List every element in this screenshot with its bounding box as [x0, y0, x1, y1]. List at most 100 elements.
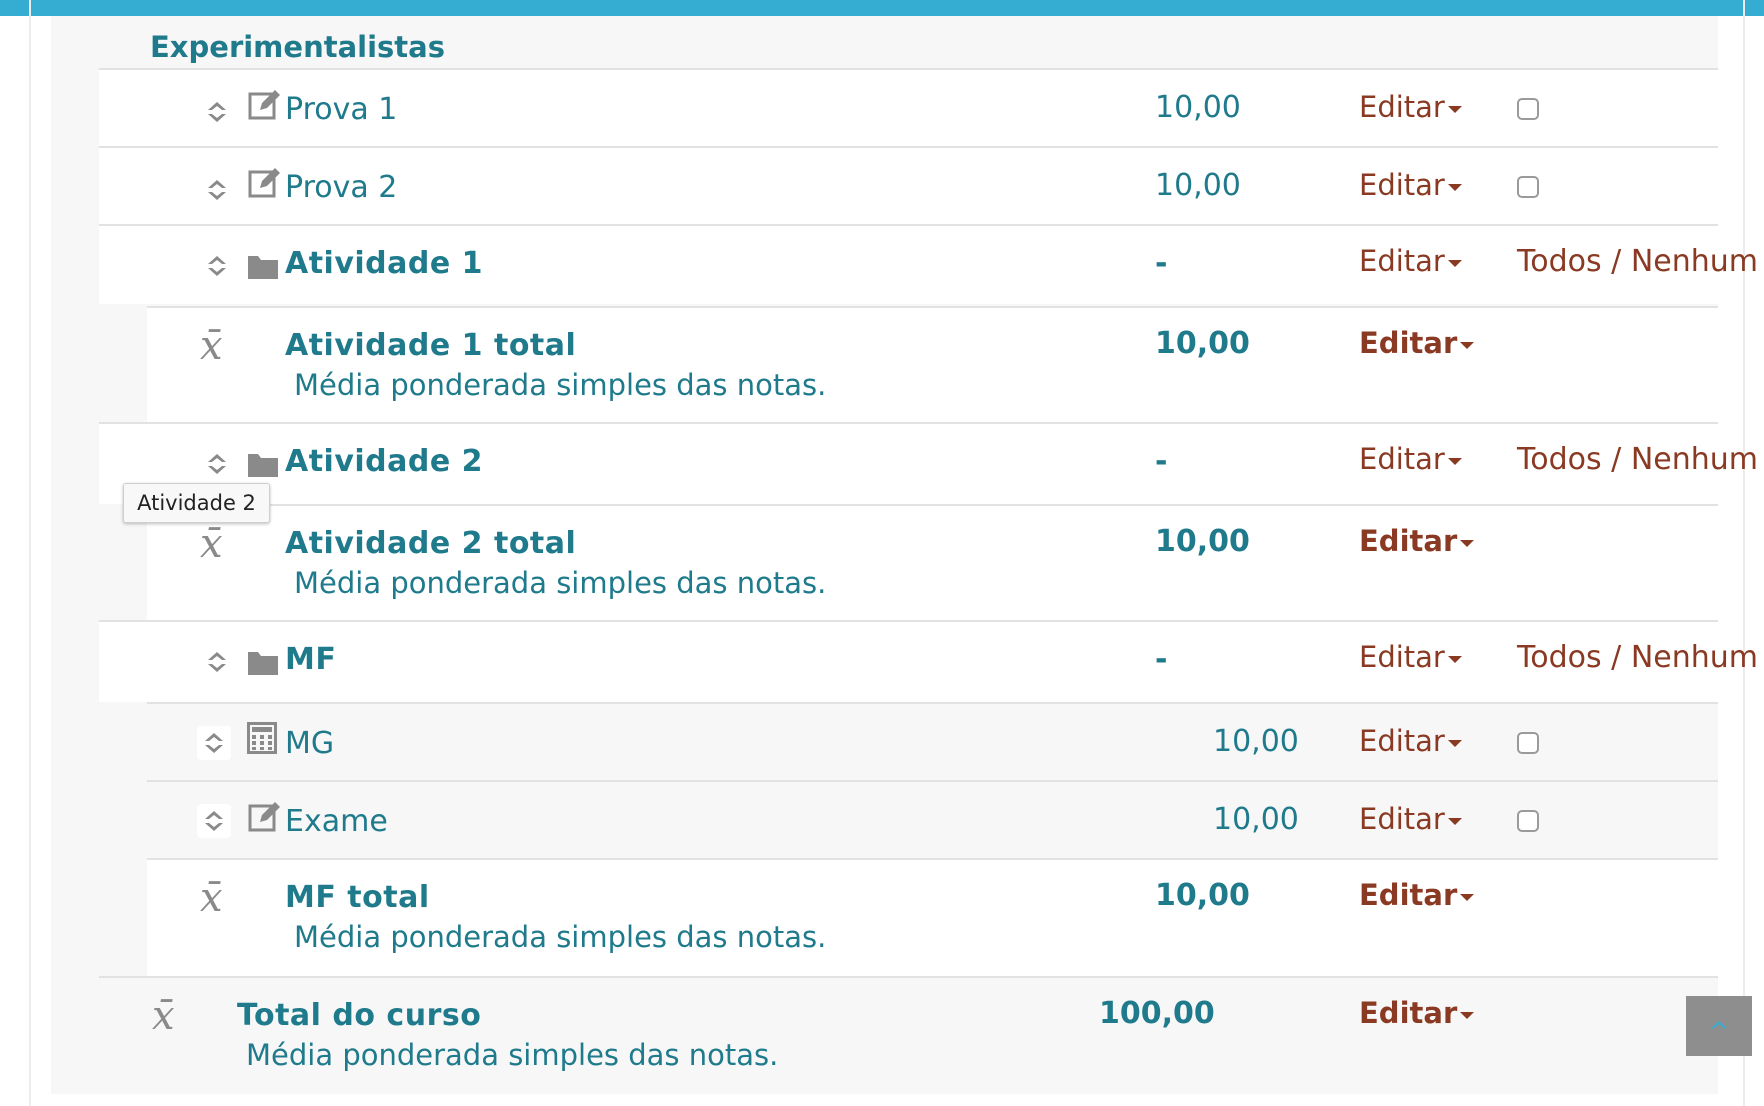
- grade-item-name[interactable]: Exame: [285, 804, 388, 839]
- max-grade-value: 10,00: [1213, 802, 1299, 837]
- move-icon[interactable]: [206, 650, 228, 674]
- category-value: -: [1155, 444, 1168, 479]
- frame-border-right: [1743, 0, 1745, 1106]
- aggregation-description: Média ponderada simples das notas.: [246, 1038, 779, 1072]
- max-grade-value: 10,00: [1155, 90, 1241, 125]
- grade-item-name[interactable]: Prova 1: [285, 92, 397, 127]
- edit-menu[interactable]: Editar: [1359, 996, 1475, 1030]
- tooltip: Atividade 2: [123, 483, 270, 523]
- select-none-link[interactable]: Nenhum: [1631, 640, 1758, 675]
- move-icon[interactable]: [206, 178, 228, 202]
- edit-menu[interactable]: Editar: [1359, 168, 1462, 202]
- select-checkbox[interactable]: [1517, 176, 1539, 198]
- select-all-link[interactable]: Todos: [1517, 244, 1602, 279]
- category-row: Atividade 1 - Editar Todos / Nenhum: [99, 224, 1758, 304]
- edit-square-icon: [248, 90, 280, 120]
- select-checkbox[interactable]: [1517, 810, 1539, 832]
- edit-menu[interactable]: Editar: [1359, 802, 1462, 836]
- edit-label: Editar: [1359, 996, 1458, 1030]
- course-total-row: x̄ Total do curso Média ponderada simple…: [99, 976, 1718, 1094]
- move-icon[interactable]: [197, 804, 231, 838]
- select-all-none: Todos / Nenhum: [1517, 442, 1758, 477]
- category-row: MF - Editar Todos / Nenhum: [99, 620, 1758, 702]
- category-name[interactable]: Atividade 2: [285, 444, 483, 479]
- category-name[interactable]: Atividade 1: [285, 246, 483, 281]
- select-separator: /: [1611, 244, 1622, 279]
- select-checkbox[interactable]: [1517, 98, 1539, 120]
- caret-down-icon: [1447, 259, 1462, 267]
- category-total-row: x̄ MF total Média ponderada simples das …: [147, 858, 1718, 976]
- caret-down-icon: [1460, 539, 1475, 547]
- chevron-up-icon: [1711, 1021, 1727, 1029]
- grade-item-row: MG 10,00 Editar: [147, 702, 1718, 782]
- grade-item-name[interactable]: MG: [285, 726, 334, 761]
- caret-down-icon: [1460, 341, 1475, 349]
- caret-down-icon: [1447, 817, 1462, 825]
- calculator-icon: [247, 722, 277, 754]
- aggregation-description: Média ponderada simples das notas.: [294, 566, 827, 600]
- x-bar-icon: x̄: [200, 521, 223, 567]
- edit-square-icon: [248, 168, 280, 198]
- edit-label: Editar: [1359, 442, 1445, 476]
- edit-menu[interactable]: Editar: [1359, 442, 1462, 476]
- move-icon[interactable]: [206, 452, 228, 476]
- x-bar-icon: x̄: [152, 993, 175, 1039]
- select-all-link[interactable]: Todos: [1517, 640, 1602, 675]
- max-grade-value: 10,00: [1155, 168, 1241, 203]
- move-icon[interactable]: [206, 100, 228, 124]
- select-none-link[interactable]: Nenhum: [1631, 442, 1758, 477]
- edit-menu[interactable]: Editar: [1359, 878, 1475, 912]
- select-all-link[interactable]: Todos: [1517, 442, 1602, 477]
- category-name[interactable]: MF: [285, 642, 336, 677]
- edit-menu[interactable]: Editar: [1359, 326, 1475, 360]
- edit-menu[interactable]: Editar: [1359, 90, 1462, 124]
- folder-icon: [248, 256, 278, 279]
- grade-item-name[interactable]: Prova 2: [285, 170, 397, 205]
- move-icon[interactable]: [197, 726, 231, 760]
- caret-down-icon: [1460, 893, 1475, 901]
- max-grade-value: 10,00: [1213, 724, 1299, 759]
- select-separator: /: [1611, 640, 1622, 675]
- category-row: Atividade 2 - Editar Todos / Nenhum: [99, 422, 1758, 504]
- edit-menu[interactable]: Editar: [1359, 724, 1462, 758]
- gradebook-panel: Experimentalistas Prova 1 10,00 Editar P…: [51, 16, 1758, 1094]
- edit-label: Editar: [1359, 524, 1458, 558]
- edit-label: Editar: [1359, 640, 1445, 674]
- folder-icon: [248, 454, 278, 477]
- folder-icon: [248, 652, 278, 675]
- category-value: -: [1155, 246, 1168, 281]
- scroll-to-top-button[interactable]: [1686, 996, 1752, 1056]
- select-checkbox[interactable]: [1517, 732, 1539, 754]
- course-total-name: Total do curso: [237, 998, 482, 1033]
- select-none-link[interactable]: Nenhum: [1631, 244, 1758, 279]
- grade-item-row: Prova 2 10,00 Editar: [99, 146, 1718, 226]
- edit-menu[interactable]: Editar: [1359, 524, 1475, 558]
- category-total-row: x̄ Atividade 1 total Média ponderada sim…: [147, 306, 1718, 422]
- category-total-name: Atividade 2 total: [285, 526, 577, 561]
- select-separator: /: [1611, 442, 1622, 477]
- aggregation-description: Média ponderada simples das notas.: [294, 920, 827, 954]
- edit-label: Editar: [1359, 802, 1445, 836]
- edit-label: Editar: [1359, 168, 1445, 202]
- caret-down-icon: [1447, 457, 1462, 465]
- edit-menu[interactable]: Editar: [1359, 640, 1462, 674]
- category-total-value: 10,00: [1155, 878, 1250, 913]
- category-total-name: Atividade 1 total: [285, 328, 577, 363]
- category-total-name: MF total: [285, 880, 430, 915]
- grade-item-row: Exame 10,00 Editar: [147, 780, 1718, 860]
- edit-label: Editar: [1359, 326, 1458, 360]
- caret-down-icon: [1447, 655, 1462, 663]
- caret-down-icon: [1460, 1011, 1475, 1019]
- aggregation-description: Média ponderada simples das notas.: [294, 368, 827, 402]
- move-icon[interactable]: [206, 254, 228, 278]
- category-value: -: [1155, 642, 1168, 677]
- frame-border-left: [29, 0, 31, 1106]
- course-total-value: 100,00: [1099, 996, 1215, 1031]
- category-total-value: 10,00: [1155, 326, 1250, 361]
- category-total-value: 10,00: [1155, 524, 1250, 559]
- category-title: Experimentalistas: [150, 30, 445, 64]
- x-bar-icon: x̄: [200, 323, 223, 369]
- caret-down-icon: [1447, 105, 1462, 113]
- category-total-row: x̄ Atividade 2 total Média ponderada sim…: [147, 504, 1718, 620]
- edit-menu[interactable]: Editar: [1359, 244, 1462, 278]
